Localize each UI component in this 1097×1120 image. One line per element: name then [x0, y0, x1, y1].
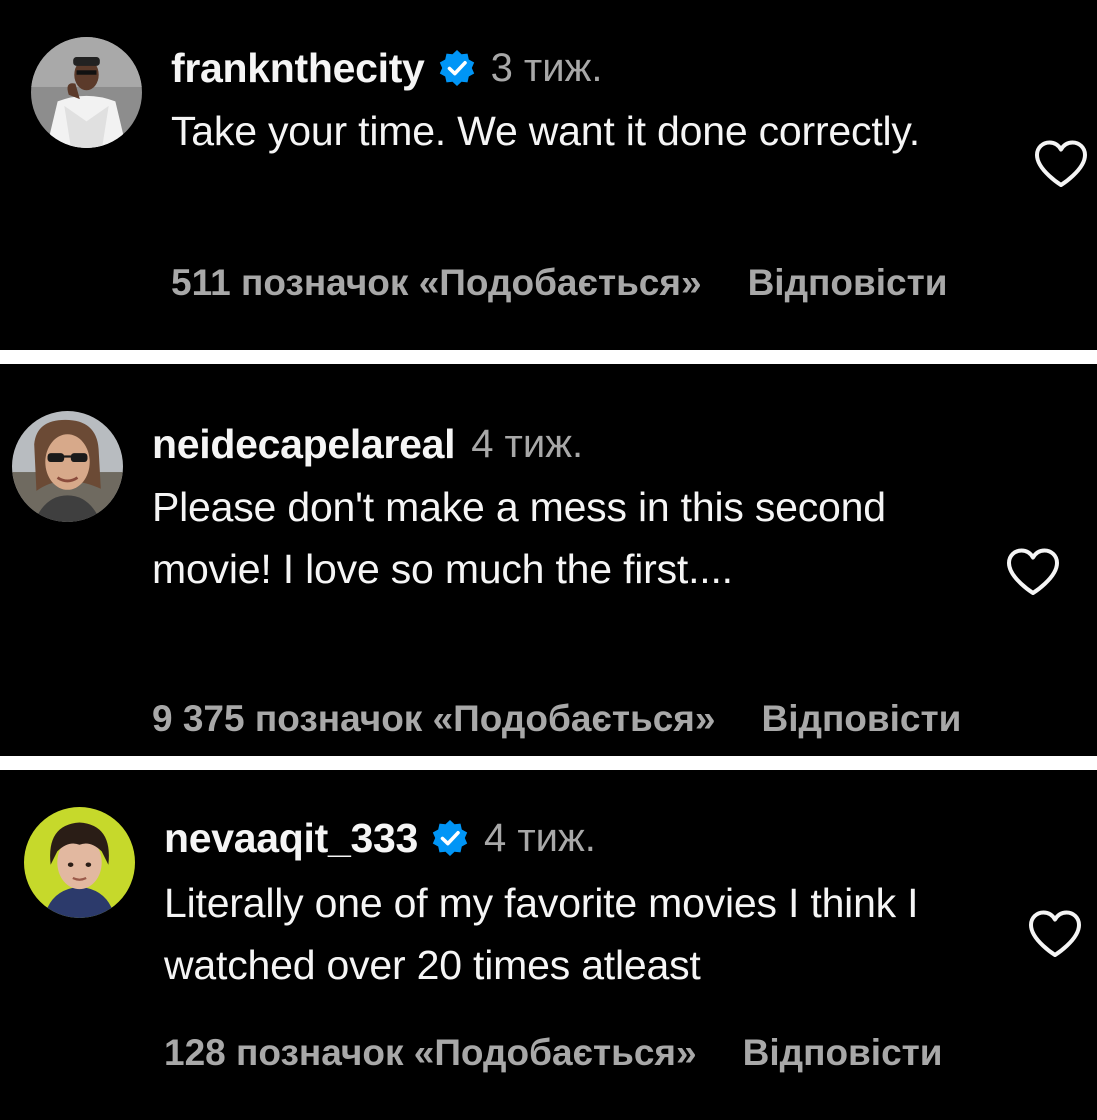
avatar-man-white-shirt-icon	[31, 37, 142, 148]
comment-time[interactable]: 4 тиж.	[484, 816, 596, 861]
username[interactable]: nevaaqit_333	[164, 815, 418, 862]
reply-button[interactable]: Відповісти	[743, 1032, 943, 1074]
heart-outline-icon[interactable]	[1005, 547, 1061, 597]
verified-badge-icon	[430, 818, 470, 858]
comment-card: nevaaqit_333 4 тиж. Literally one of my …	[0, 770, 1097, 1120]
reply-button[interactable]: Відповісти	[761, 698, 961, 740]
avatar-woman-sunglasses-icon	[12, 411, 123, 522]
reply-button[interactable]: Відповісти	[748, 262, 948, 304]
likes-count[interactable]: 511 позначок «Подобається»	[171, 262, 702, 304]
comment-card: neidecapelareal 4 тиж. Please don't make…	[0, 364, 1097, 756]
avatar-dark-hair-green-bg-icon	[24, 807, 135, 918]
likes-count[interactable]: 9 375 позначок «Подобається»	[152, 698, 715, 740]
comment-text: Please don't make a mess in this second …	[152, 484, 886, 592]
comment-text: Literally one of my favorite movies I th…	[164, 880, 919, 988]
comment-time[interactable]: 3 тиж.	[491, 46, 603, 91]
heart-outline-icon[interactable]	[1027, 909, 1083, 959]
verified-badge-icon	[437, 48, 477, 88]
heart-outline-icon[interactable]	[1033, 139, 1089, 189]
avatar[interactable]	[31, 37, 142, 148]
comment-header: franknthecity 3 тиж.	[171, 42, 602, 94]
comment-header: neidecapelareal 4 тиж.	[152, 418, 583, 470]
comment-text: Take your time. We want it done correctl…	[171, 108, 920, 154]
comment-actions: 511 позначок «Подобається» Відповісти	[171, 262, 947, 304]
comment-actions: 9 375 позначок «Подобається» Відповісти	[152, 698, 961, 740]
comment-time[interactable]: 4 тиж.	[471, 422, 583, 467]
avatar[interactable]	[24, 807, 135, 918]
likes-count[interactable]: 128 позначок «Подобається»	[164, 1032, 697, 1074]
username[interactable]: neidecapelareal	[152, 421, 455, 468]
avatar[interactable]	[12, 411, 123, 522]
comment-card: franknthecity 3 тиж. Take your time. We …	[0, 0, 1097, 350]
username[interactable]: franknthecity	[171, 45, 425, 92]
comment-actions: 128 позначок «Подобається» Відповісти	[164, 1032, 943, 1074]
comment-header: nevaaqit_333 4 тиж.	[164, 812, 596, 864]
